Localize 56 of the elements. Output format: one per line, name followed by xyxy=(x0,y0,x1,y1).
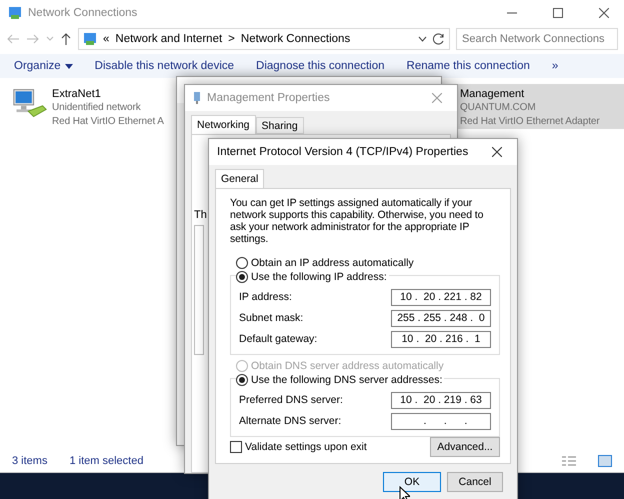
maximize-icon[interactable] xyxy=(553,8,563,18)
connection-item[interactable]: ExtraNet1 Unidentified network Red Hat VirtIO Ethernet A xyxy=(10,84,174,129)
window-title: Management Properties xyxy=(207,92,331,104)
radio-button[interactable] xyxy=(236,374,248,386)
section-label: Th xyxy=(194,209,207,221)
adapter-icon xyxy=(193,91,201,105)
cancel-button[interactable]: Cancel xyxy=(447,472,503,492)
dialog-title: Internet Protocol Version 4 (TCP/IPv4) Properties xyxy=(217,146,470,158)
breadcrumb[interactable]: Network Connections xyxy=(240,33,350,45)
search-field[interactable]: Search Network Connections xyxy=(456,28,618,50)
status-text: 3 items xyxy=(12,455,48,467)
toolbar-button[interactable]: Diagnose this connection xyxy=(256,60,385,72)
tab[interactable]: Sharing xyxy=(256,117,304,134)
field-label: Subnet mask: xyxy=(239,312,304,324)
ip-address-field[interactable]: . . . xyxy=(391,412,491,430)
ip-address-field[interactable]: 255 . 255 . 248 . 0 xyxy=(391,310,491,326)
radio-button[interactable] xyxy=(236,271,248,283)
cursor-icon xyxy=(399,486,410,499)
tab[interactable]: Networking xyxy=(191,115,256,134)
network-icon xyxy=(8,6,22,20)
close-icon[interactable] xyxy=(492,147,502,157)
advanced-button[interactable]: Advanced... xyxy=(430,437,500,457)
toolbar-button[interactable]: Disable this network device xyxy=(94,60,234,72)
field-label: Alternate DNS server: xyxy=(239,415,342,427)
radio-button[interactable] xyxy=(236,257,248,269)
details-view-icon[interactable] xyxy=(562,455,576,467)
field-label: Preferred DNS server: xyxy=(239,394,343,406)
breadcrumb-overflow[interactable]: « xyxy=(103,33,110,45)
breadcrumb[interactable]: Network and Internet xyxy=(115,33,222,45)
field-label: IP address: xyxy=(239,291,292,303)
radio-option[interactable]: Use the following IP address: xyxy=(236,271,389,283)
ip-address-field[interactable]: 10 . 20 . 219 . 63 xyxy=(391,392,491,408)
breadcrumb-separator[interactable]: > xyxy=(228,33,235,45)
up-arrow-icon[interactable] xyxy=(60,32,72,46)
window-title: Network Connections xyxy=(28,7,138,19)
tiles-view-icon[interactable] xyxy=(598,455,612,467)
close-icon[interactable] xyxy=(599,8,609,18)
status-text: 1 item selected xyxy=(69,455,144,467)
ok-button[interactable]: OK xyxy=(383,472,441,492)
caret-icon xyxy=(64,64,73,68)
toolbar-button[interactable]: Rename this connection xyxy=(406,60,530,72)
refresh-icon[interactable] xyxy=(433,33,445,45)
chevron-down-icon[interactable] xyxy=(418,36,427,42)
ip-address-field[interactable]: 10 . 20 . 216 . 1 xyxy=(391,330,491,348)
radio-option[interactable]: Obtain an IP address automatically xyxy=(236,257,416,269)
connection-item[interactable]: Management QUANTUM.COM Red Hat VirtIO Ethernet Adapter xyxy=(458,84,624,129)
ip-address-field[interactable]: 10 . 20 . 221 . 82 xyxy=(391,288,491,306)
validate-checkbox[interactable]: Validate settings upon exit xyxy=(230,441,367,453)
more-button[interactable]: » xyxy=(552,60,558,72)
network-icon xyxy=(83,32,97,46)
tab[interactable]: General xyxy=(215,169,264,188)
organize-menu[interactable]: Organize xyxy=(14,60,73,72)
address-bar[interactable]: « Network and Internet > Network Connections xyxy=(78,28,450,50)
radio-option[interactable]: Use the following DNS server addresses: xyxy=(236,374,444,386)
intro-text: You can get IP settings assigned automatically if your network supports this capability. Otherwise, you need to ask your network administrator for the appropriate IP settings. xyxy=(230,197,484,245)
field-label: Default gateway: xyxy=(239,333,318,345)
